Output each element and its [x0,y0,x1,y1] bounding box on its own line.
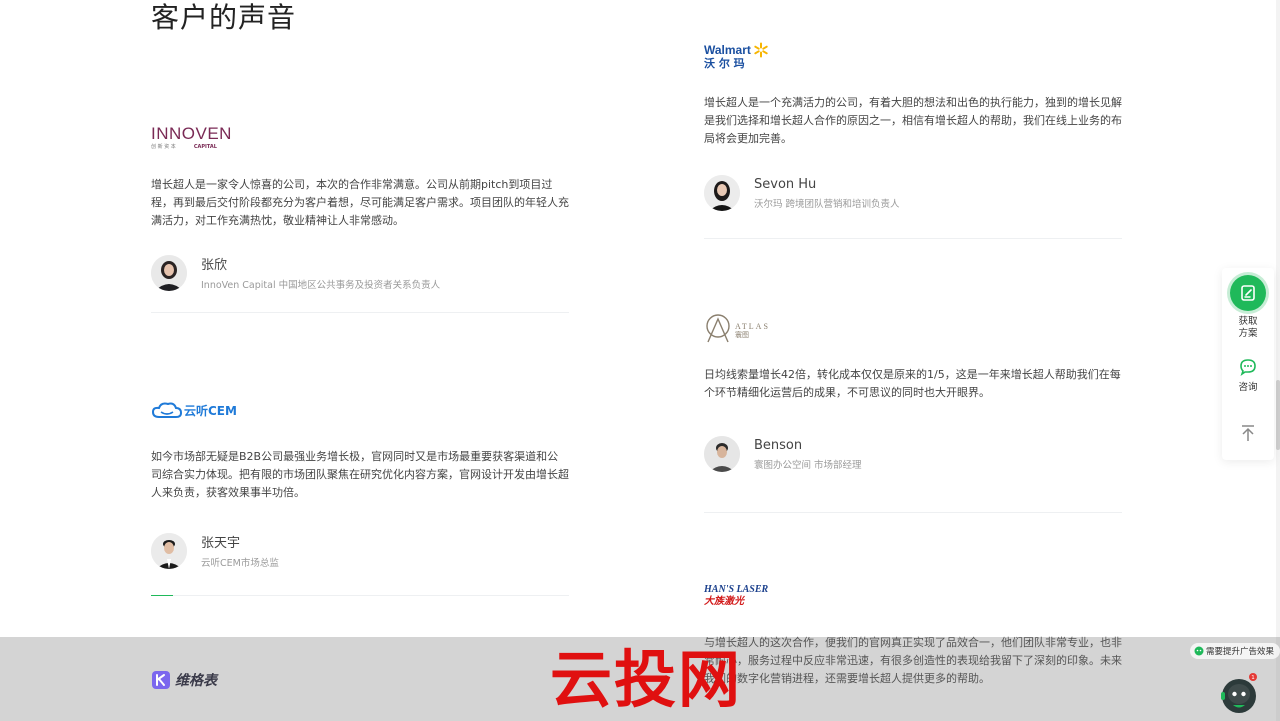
consult-button[interactable] [1239,358,1257,376]
hans-laser-logo: HAN'S LASER 大族激光 [704,576,1122,616]
innoven-logo-cn: 创 新 资 本 [151,144,176,150]
person-info: 张欣 InnoVen Capital 中国地区公共事务及投资者关系负责人 [201,254,440,291]
person-name: 张天宇 [201,536,241,551]
scrollbar-thumb[interactable] [1276,380,1280,450]
section-title: 客户的声音 [151,1,297,34]
walmart-spark-icon [754,42,768,58]
testimonial-person: Benson 寰图办公空间 市场部经理 [704,436,1122,472]
atlas-logo-text: ATLAS [735,322,770,331]
hans-logo-text: HAN'S LASER [704,584,769,595]
wechat-icon [1194,646,1204,656]
page: 客户的声音 INNOVEN 创 新 资 本 CAPITAL 增长超人是一家令人惊… [0,0,1280,721]
hans-logo-cn: 大族激光 [704,596,744,607]
arrow-up-icon [1242,425,1254,441]
person-info: Benson 寰图办公空间 市场部经理 [754,438,862,471]
testimonial-quote: 日均线索量增长42倍，转化成本仅仅是原来的1/5，这是一年来增长超人帮助我们在每… [704,368,1121,399]
person-title: 云听CEM市场总监 [201,558,279,569]
person-title: InnoVen Capital 中国地区公共事务及投资者关系负责人 [201,280,441,291]
back-to-top-button[interactable] [1239,424,1257,442]
robot-icon: 1 [1221,673,1257,713]
testimonial-card-yunting: 云听CEM 如今市场部无疑是B2B公司最强业务增长极，官网同时又是市场最重要获客… [151,390,569,596]
chat-bubble-icon [1240,359,1256,376]
avatar [151,254,187,291]
testimonial-card-innoven: INNOVEN 创 新 资 本 CAPITAL 增长超人是一家令人惊喜的公司，本… [151,118,569,313]
person-avatar-icon [151,254,187,291]
innoven-logo-sub: CAPITAL [193,144,217,150]
get-plan-label[interactable]: 获取 方案 [1222,316,1274,340]
person-title: 沃尔玛 跨境团队营销和培训负责人 [754,198,900,210]
ad-pill-label: 需要提升广告效果 [1206,647,1275,657]
avatar [151,532,187,569]
atlas-mark-icon [706,314,730,343]
person-avatar-icon [151,532,187,569]
innoven-logo-text: INNOVEN [151,124,232,143]
chat-robot-button[interactable]: 1 [1218,672,1260,714]
get-plan-button[interactable] [1230,275,1266,311]
yunting-logo-text: 云听CEM [184,403,237,418]
card-divider [151,595,569,596]
person-name: Benson [754,437,803,453]
floating-action-bar: 获取 方案 咨询 [1222,268,1274,460]
card-divider [704,238,1122,239]
atlas-logo: ATLAS 寰图 [704,308,1122,348]
walmart-logo: Walmart 沃 尔 玛 [704,36,1122,76]
footer-brand-text: 维格表 [175,673,217,689]
atlas-logo-cn: 寰图 [735,331,749,339]
testimonial-person: 张天宇 云听CEM市场总监 [151,532,569,569]
ad-promo-pill[interactable]: 需要提升广告效果 [1190,643,1280,659]
testimonial-person: 张欣 InnoVen Capital 中国地区公共事务及投资者关系负责人 [151,254,569,291]
walmart-logo-text: Walmart [704,43,751,57]
person-avatar-icon [704,175,740,211]
yunting-logo: 云听CEM [151,390,569,430]
svg-text:1: 1 [1251,675,1255,681]
testimonial-card-atlas: ATLAS 寰图 日均线索量增长42倍，转化成本仅仅是原来的1/5，这是一年来增… [704,308,1122,513]
innoven-logo: INNOVEN 创 新 资 本 CAPITAL [151,118,569,158]
person-info: 张天宇 云听CEM市场总监 [201,532,279,569]
vika-logo-icon [152,671,170,689]
person-name: Sevon Hu [754,176,817,192]
card-divider [704,512,1122,513]
active-indicator [151,595,173,596]
person-title: 寰图办公空间 市场部经理 [754,459,862,471]
cloud-icon [151,402,183,418]
consult-label[interactable]: 咨询 [1222,382,1274,394]
page-scrollbar[interactable] [1276,0,1280,721]
avatar [704,436,740,472]
avatar [704,175,740,211]
watermark-text: 云投网 [550,643,743,716]
testimonial-card-walmart: Walmart 沃 尔 玛 增长超人是一个充满活力的公司，有着大胆的想法和出色的… [704,36,1122,239]
card-divider [151,312,569,313]
testimonial-quote: 增长超人是一个充满活力的公司，有着大胆的想法和出色的执行能力，独到的增长见解是我… [704,96,1122,145]
person-info: Sevon Hu 沃尔玛 跨境团队营销和培训负责人 [754,177,900,210]
testimonial-quote: 增长超人是一家令人惊喜的公司，本次的合作非常满意。公司从前期pitch到项目过程… [151,178,569,227]
person-avatar-icon [704,436,740,472]
testimonial-quote: 如今市场部无疑是B2B公司最强业务增长极，官网同时又是市场最重要获客渠道和公司综… [151,450,569,499]
edit-document-icon [1241,285,1255,301]
footer-brand-logo: 维格表 [152,670,217,690]
walmart-logo-cn: 沃 尔 玛 [704,57,745,70]
testimonial-person: Sevon Hu 沃尔玛 跨境团队营销和培训负责人 [704,175,1122,211]
person-name: 张欣 [201,258,228,273]
